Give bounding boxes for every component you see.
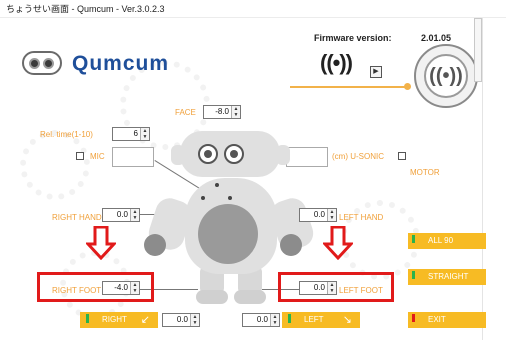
status-indicator (412, 314, 415, 322)
robot-eye-right (224, 144, 244, 164)
status-indicator (86, 314, 89, 323)
turn-left-stepper[interactable]: 0.0 ▲ ▼ (242, 313, 280, 327)
logo-eye-icon (43, 58, 54, 69)
brand-name: Qumcum (72, 52, 170, 75)
arrow-down-icon (86, 226, 116, 260)
motor-label: MOTOR (410, 168, 440, 177)
robot-hand-left (144, 234, 166, 256)
arrow-down-icon (323, 226, 353, 260)
left-hand-value: 0.0 (313, 210, 325, 219)
left-foot-label: LEFT FOOT (339, 286, 383, 295)
firmware-label: Firmware version: (314, 33, 392, 43)
turn-right-value: 0.0 (176, 315, 188, 324)
turn-arrow-icon: ↙ (140, 314, 150, 326)
status-indicator (412, 271, 415, 279)
mic-label: MIC (90, 152, 105, 161)
divider (482, 18, 483, 340)
robot-foot-left (196, 290, 228, 304)
status-indicator (412, 235, 415, 243)
face-value: -8.0 (215, 107, 229, 116)
spin-arrows-icon[interactable]: ▲ ▼ (231, 106, 240, 118)
robot-eye-left (198, 144, 218, 164)
connection-button[interactable]: ((•)) (414, 44, 478, 108)
robot-hand-right (280, 234, 302, 256)
turn-right-stepper[interactable]: 0.0 ▲ ▼ (162, 313, 200, 327)
spin-arrows-icon[interactable]: ▲ ▼ (270, 314, 279, 326)
play-icon[interactable]: ▶ (370, 66, 382, 78)
spin-arrows-icon[interactable]: ▲ ▼ (327, 209, 336, 221)
robot-foot-right (234, 290, 266, 304)
face-stepper[interactable]: -8.0 ▲ ▼ (203, 105, 241, 119)
connection-dot (404, 83, 411, 90)
turn-right-label: RIGHT (102, 315, 127, 324)
firmware-value: 2.01.05 (421, 33, 452, 43)
usonic-checkbox[interactable] (398, 152, 406, 160)
left-hand-label: LEFT HAND (339, 213, 384, 222)
robot-dot (228, 196, 232, 200)
turn-left-button[interactable]: LEFT ↘ (282, 312, 360, 328)
right-foot-value: -4.0 (114, 283, 128, 292)
app-window: ちょうせい画面 - Qumcum - Ver.3.0.2.3 Qumcum Fi… (0, 0, 506, 340)
right-foot-label: RIGHT FOOT (52, 286, 102, 295)
left-foot-stepper[interactable]: 0.0 ▲ ▼ (299, 281, 337, 295)
window-titlebar: ちょうせい画面 - Qumcum - Ver.3.0.2.3 (0, 0, 506, 18)
robot-dot (201, 196, 205, 200)
rel-time-label: Rel. time(1-10) (40, 130, 93, 139)
turn-left-value: 0.0 (256, 315, 268, 324)
spin-arrows-icon[interactable]: ▲ ▼ (130, 209, 139, 221)
mic-field (112, 147, 154, 167)
usonic-label: (cm) U-SONIC (332, 152, 384, 161)
spin-arrows-icon[interactable]: ▲ ▼ (140, 128, 149, 140)
spin-arrows-icon[interactable]: ▲ ▼ (327, 282, 336, 294)
logo-eye-icon (29, 58, 40, 69)
exit-label: EXIT (428, 315, 446, 324)
right-hand-label: RIGHT HAND (52, 213, 102, 222)
qumcum-logo-icon (22, 51, 62, 75)
spin-arrows-icon[interactable]: ▲ ▼ (130, 282, 139, 294)
face-label: FACE (175, 108, 196, 117)
connection-line (290, 86, 408, 88)
broadcast-icon: ((•)) (320, 50, 353, 75)
right-hand-value: 0.0 (116, 210, 128, 219)
right-foot-stepper[interactable]: -4.0 ▲ ▼ (102, 281, 140, 295)
all-90-button[interactable]: ALL 90 (408, 233, 486, 249)
rel-time-stepper[interactable]: 6 ▲ ▼ (112, 127, 150, 141)
turn-arrow-icon: ↘ (342, 314, 352, 326)
scrollbar[interactable] (474, 18, 482, 82)
spin-arrows-icon[interactable]: ▲ ▼ (190, 314, 199, 326)
exit-button[interactable]: EXIT (408, 312, 486, 328)
straight-button[interactable]: STRAIGHT (408, 269, 486, 285)
mic-checkbox[interactable] (76, 152, 84, 160)
rel-time-value: 6 (133, 129, 138, 138)
turn-left-label: LEFT (304, 315, 324, 324)
usonic-field (286, 147, 328, 167)
turn-right-button[interactable]: RIGHT ↙ (80, 312, 158, 328)
left-foot-value: 0.0 (313, 283, 325, 292)
left-hand-stepper[interactable]: 0.0 ▲ ▼ (299, 208, 337, 222)
connection-icon: ((•)) (424, 54, 468, 98)
status-indicator (288, 314, 291, 323)
gear-decoration (20, 130, 90, 200)
all-90-label: ALL 90 (428, 236, 454, 245)
robot-belly (198, 204, 258, 264)
robot-dot (215, 183, 219, 187)
right-hand-stepper[interactable]: 0.0 ▲ ▼ (102, 208, 140, 222)
straight-label: STRAIGHT (428, 272, 469, 281)
